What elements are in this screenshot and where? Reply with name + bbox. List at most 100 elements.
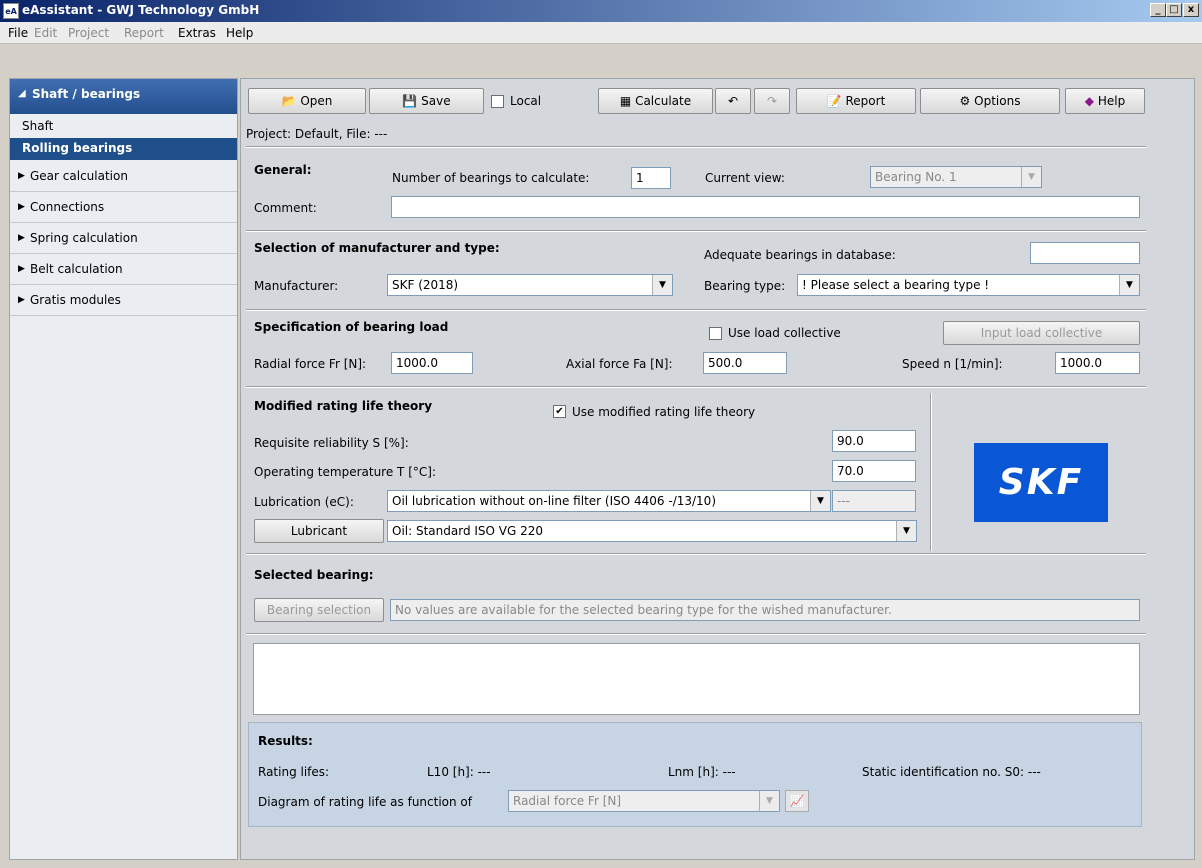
separator xyxy=(246,146,1146,148)
options-button[interactable]: ⚙ Options xyxy=(920,88,1060,114)
menu-file[interactable]: File xyxy=(8,26,28,40)
sidebar-item-label: Shaft xyxy=(22,119,54,133)
lubrication-extra: --- xyxy=(832,490,916,512)
input-load-collective-button[interactable]: Input load collective xyxy=(943,321,1140,345)
help-book-icon: ◆ xyxy=(1084,94,1095,108)
adequate-value xyxy=(1030,242,1140,264)
sidebar-group-belt[interactable]: ▶ Belt calculation xyxy=(10,254,237,285)
save-button[interactable]: 💾 Save xyxy=(369,88,484,114)
sidebar-group-gear[interactable]: ▶ Gear calculation xyxy=(10,161,237,192)
sidebar-item-label: Rolling bearings xyxy=(22,141,133,155)
selected-title: Selected bearing: xyxy=(254,568,374,582)
vertical-separator xyxy=(930,393,932,551)
radial-force-input[interactable]: 1000.0 xyxy=(391,352,473,374)
sidebar-group-spring[interactable]: ▶ Spring calculation xyxy=(10,223,237,254)
modified-rating-checkbox[interactable]: ✔ xyxy=(553,405,566,418)
options-icon: ⚙ xyxy=(959,94,971,108)
lubricant-button[interactable]: Lubricant xyxy=(254,519,384,543)
menu-report[interactable]: Report xyxy=(124,26,164,40)
chevron-down-icon: ▼ xyxy=(1021,167,1041,187)
redo-button[interactable]: ↷ xyxy=(754,88,790,114)
axial-force-input[interactable]: 500.0 xyxy=(703,352,787,374)
triangle-right-icon: ▶ xyxy=(18,264,25,274)
temperature-input[interactable]: 70.0 xyxy=(832,460,916,482)
triangle-right-icon: ▶ xyxy=(18,202,25,212)
sidebar-group-connections[interactable]: ▶ Connections xyxy=(10,192,237,223)
separator xyxy=(246,386,1146,388)
rating-lifes-label: Rating lifes: xyxy=(258,765,330,779)
l10-value: L10 [h]: --- xyxy=(427,765,491,779)
undo-icon: ↶ xyxy=(727,94,739,108)
menu-extras[interactable]: Extras xyxy=(178,26,216,40)
undo-button[interactable]: ↶ xyxy=(715,88,751,114)
num-bearings-label: Number of bearings to calculate: xyxy=(392,171,590,185)
modified-rating-label: Use modified rating life theory xyxy=(572,405,756,419)
chevron-down-icon: ▼ xyxy=(652,275,672,295)
sidebar-group-gratis[interactable]: ▶ Gratis modules xyxy=(10,285,237,316)
window-title: eAssistant - GWJ Technology GmbH xyxy=(22,3,260,17)
report-button[interactable]: 📝 Report xyxy=(796,88,916,114)
reliability-input[interactable]: 90.0 xyxy=(832,430,916,452)
menu-project[interactable]: Project xyxy=(68,26,109,40)
reliability-label: Requisite reliability S [%]: xyxy=(254,436,409,450)
chevron-down-icon: ▼ xyxy=(896,521,916,541)
open-button[interactable]: 📂 Open xyxy=(248,88,366,114)
folder-open-icon: 📂 xyxy=(281,94,297,108)
redo-icon: ↷ xyxy=(766,94,778,108)
menu-edit[interactable]: Edit xyxy=(34,26,57,40)
load-collective-checkbox[interactable] xyxy=(709,327,722,340)
menu-help[interactable]: Help xyxy=(226,26,253,40)
triangle-down-icon: ◢ xyxy=(18,88,26,99)
manufacturer-select[interactable]: SKF (2018) ▼ xyxy=(387,274,673,296)
triangle-right-icon: ▶ xyxy=(18,233,25,243)
minimize-button[interactable]: _ xyxy=(1150,3,1166,17)
sidebar-group-label: Gratis modules xyxy=(30,293,121,307)
speed-label: Speed n [1/min]: xyxy=(902,357,1003,371)
lubrication-select[interactable]: Oil lubrication without on-line filter (… xyxy=(387,490,831,512)
manufacturer-label: Manufacturer: xyxy=(254,279,339,293)
maximize-button[interactable]: □ xyxy=(1166,3,1182,17)
sidebar-item-rolling-bearings[interactable]: Rolling bearings xyxy=(10,138,237,160)
speed-input[interactable]: 1000.0 xyxy=(1055,352,1140,374)
calculator-icon: ▦ xyxy=(619,94,632,108)
chevron-down-icon: ▼ xyxy=(1119,275,1139,295)
sidebar-section-shaft-bearings[interactable]: ◢ Shaft / bearings xyxy=(10,79,237,114)
lnm-value: Lnm [h]: --- xyxy=(668,765,736,779)
num-bearings-input[interactable]: 1 xyxy=(631,167,671,189)
chevron-down-icon: ▼ xyxy=(810,491,830,511)
selection-title: Selection of manufacturer and type: xyxy=(254,241,500,255)
local-checkbox[interactable] xyxy=(491,95,504,108)
selected-message: No values are available for the selected… xyxy=(390,599,1140,621)
sidebar-item-shaft[interactable]: Shaft xyxy=(10,116,237,138)
comment-label: Comment: xyxy=(254,201,317,215)
close-button[interactable]: x xyxy=(1183,3,1199,17)
sidebar-group-label: Spring calculation xyxy=(30,231,138,245)
bearing-selection-button[interactable]: Bearing selection xyxy=(254,598,384,622)
chart-icon[interactable]: 📈 xyxy=(785,790,809,812)
separator xyxy=(246,230,1146,232)
separator xyxy=(246,309,1146,311)
report-icon: 📝 xyxy=(826,94,842,108)
bearing-type-label: Bearing type: xyxy=(704,279,786,293)
triangle-right-icon: ▶ xyxy=(18,295,25,305)
sidebar-group-label: Connections xyxy=(30,200,105,214)
load-title: Specification of bearing load xyxy=(254,320,449,334)
bearing-type-select[interactable]: ! Please select a bearing type ! ▼ xyxy=(797,274,1140,296)
menu-bar: File Edit Project Report Extras Help xyxy=(0,22,1202,44)
skf-logo: SKF xyxy=(974,443,1108,522)
diagram-label: Diagram of rating life as function of xyxy=(258,795,472,809)
current-view-select[interactable]: Bearing No. 1 ▼ xyxy=(870,166,1042,188)
separator xyxy=(246,633,1146,635)
current-view-label: Current view: xyxy=(705,171,785,185)
local-label: Local xyxy=(510,94,542,108)
temperature-label: Operating temperature T [°C]: xyxy=(254,465,436,479)
triangle-right-icon: ▶ xyxy=(18,171,25,181)
output-textarea[interactable] xyxy=(253,643,1140,715)
calculate-button[interactable]: ▦ Calculate xyxy=(598,88,713,114)
help-button[interactable]: ◆ Help xyxy=(1065,88,1145,114)
comment-input[interactable] xyxy=(391,196,1140,218)
lubricant-select[interactable]: Oil: Standard ISO VG 220 ▼ xyxy=(387,520,917,542)
radial-force-label: Radial force Fr [N]: xyxy=(254,357,367,371)
general-title: General: xyxy=(254,163,312,177)
diagram-select[interactable]: Radial force Fr [N] ▼ xyxy=(508,790,780,812)
